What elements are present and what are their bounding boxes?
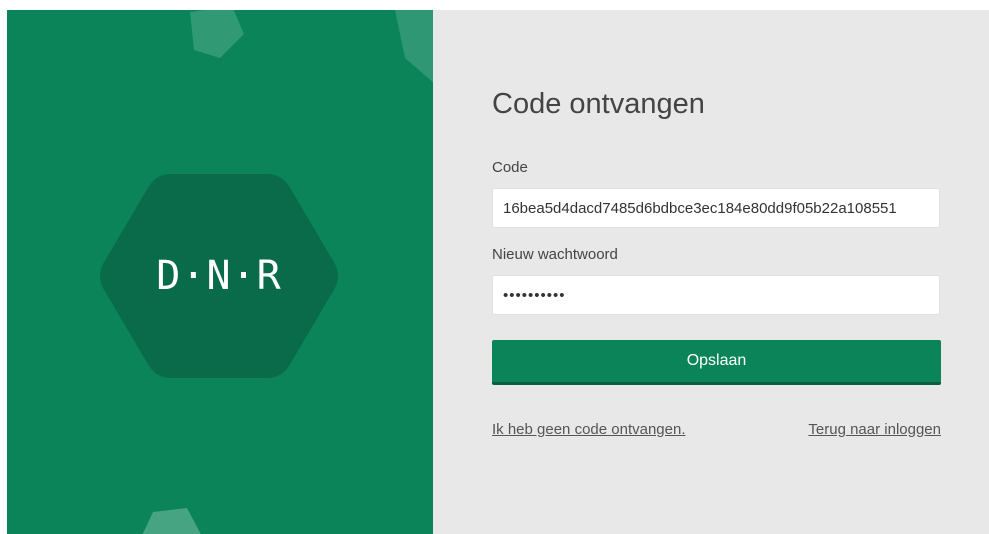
new-password-label: Nieuw wachtwoord [492,246,618,263]
new-password-input[interactable] [492,275,940,315]
decorative-shape-top [190,10,244,58]
logo-text: D·N·R [156,253,282,299]
reset-password-card: D·N·R Code ontvangen Code Nieuw wachtwoo… [7,10,989,534]
back-to-login-link[interactable]: Terug naar inloggen [808,421,941,438]
save-button[interactable]: Opslaan [492,340,941,385]
page-title: Code ontvangen [492,88,705,120]
decorative-shape-bottom [142,508,201,534]
logo: D·N·R [99,168,339,384]
brand-panel: D·N·R [7,10,433,534]
code-input[interactable] [492,188,940,228]
decorative-shape-top-right [395,10,433,83]
no-code-received-link[interactable]: Ik heb geen code ontvangen. [492,421,686,438]
code-label: Code [492,159,528,176]
form-panel: Code ontvangen Code Nieuw wachtwoord Ops… [433,10,989,534]
